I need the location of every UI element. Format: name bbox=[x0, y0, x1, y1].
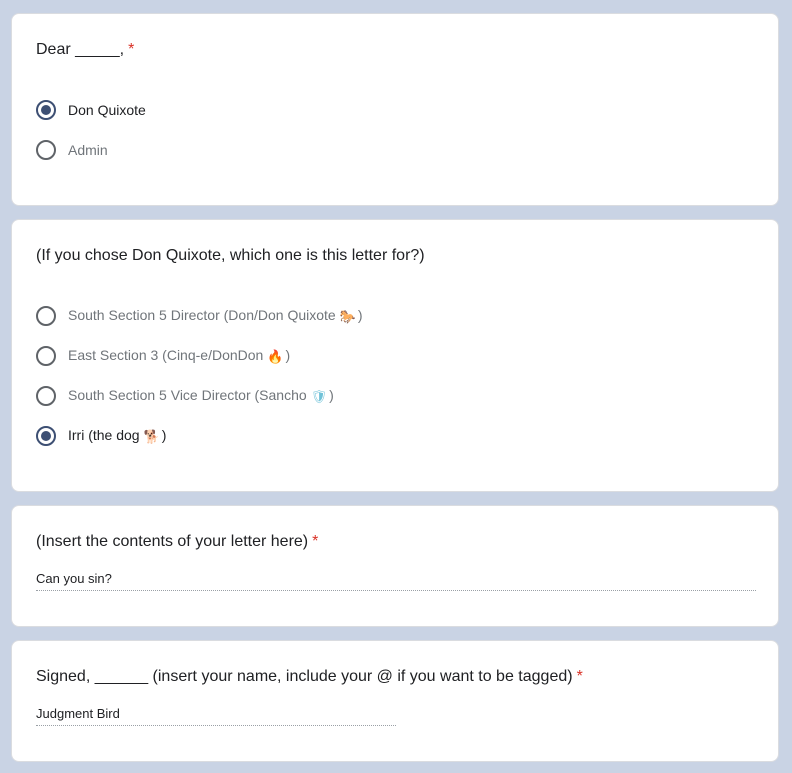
option-close-paren: ) bbox=[357, 307, 363, 323]
option-south-section-5-vice-director[interactable]: South Section 5 Vice Director (Sancho 🛡) bbox=[36, 384, 334, 408]
horse-icon: 🐎 bbox=[339, 309, 356, 324]
radio-checked-icon[interactable] bbox=[36, 426, 56, 446]
radio-unchecked-icon[interactable] bbox=[36, 306, 56, 326]
option-label: Irri (the dog 🐕) bbox=[68, 425, 166, 447]
option-label: Don Quixote bbox=[68, 102, 146, 118]
option-text: South Section 5 Director (Don/Don Quixot… bbox=[68, 307, 336, 323]
required-asterisk: * bbox=[576, 668, 583, 685]
signed-name-input[interactable]: Judgment Bird bbox=[36, 705, 120, 723]
radio-unchecked-icon[interactable] bbox=[36, 140, 56, 160]
option-close-paren: ) bbox=[161, 427, 167, 443]
required-asterisk: * bbox=[312, 533, 319, 550]
signed-name-underline bbox=[36, 725, 396, 726]
dog-icon: 🐕 bbox=[143, 429, 160, 444]
option-close-paren: ) bbox=[329, 387, 334, 403]
option-admin[interactable]: Admin bbox=[36, 138, 108, 162]
question-title-letter-contents: (Insert the contents of your letter here… bbox=[36, 530, 318, 554]
question-card-dear: Dear _____, * Don Quixote Admin bbox=[11, 13, 779, 206]
question-text: Signed, ______ (insert your name, includ… bbox=[36, 668, 573, 685]
option-text: South Section 5 Vice Director (Sancho bbox=[68, 387, 307, 403]
question-card-signed: Signed, ______ (insert your name, includ… bbox=[11, 640, 779, 762]
option-label: South Section 5 Vice Director (Sancho 🛡) bbox=[68, 385, 334, 407]
question-title-dear: Dear _____, * bbox=[36, 38, 134, 62]
radio-checked-icon[interactable] bbox=[36, 100, 56, 120]
option-irri[interactable]: Irri (the dog 🐕) bbox=[36, 424, 166, 448]
option-label: Admin bbox=[68, 142, 108, 158]
option-label: East Section 3 (Cinq-e/DonDon 🔥) bbox=[68, 345, 290, 367]
radio-unchecked-icon[interactable] bbox=[36, 386, 56, 406]
option-south-section-5-director[interactable]: South Section 5 Director (Don/Don Quixot… bbox=[36, 304, 363, 328]
question-card-letter-contents: (Insert the contents of your letter here… bbox=[11, 505, 779, 627]
question-text: (Insert the contents of your letter here… bbox=[36, 533, 309, 550]
required-asterisk: * bbox=[128, 41, 135, 58]
option-don-quixote[interactable]: Don Quixote bbox=[36, 98, 146, 122]
fire-icon: 🔥 bbox=[267, 349, 284, 364]
letter-contents-input[interactable]: Can you sin? bbox=[36, 570, 112, 588]
option-label: South Section 5 Director (Don/Don Quixot… bbox=[68, 305, 363, 327]
option-text: East Section 3 (Cinq-e/DonDon bbox=[68, 347, 264, 363]
question-card-which-one: (If you chose Don Quixote, which one is … bbox=[11, 219, 779, 492]
radio-unchecked-icon[interactable] bbox=[36, 346, 56, 366]
question-title-which-one: (If you chose Don Quixote, which one is … bbox=[36, 244, 425, 268]
question-title-signed: Signed, ______ (insert your name, includ… bbox=[36, 665, 583, 689]
question-text: Dear _____, bbox=[36, 41, 125, 58]
letter-contents-underline bbox=[36, 590, 756, 591]
question-text: (If you chose Don Quixote, which one is … bbox=[36, 247, 425, 264]
shield-icon: 🛡 bbox=[310, 389, 328, 404]
option-text: Irri (the dog bbox=[68, 427, 140, 443]
option-close-paren: ) bbox=[285, 347, 291, 363]
option-east-section-3[interactable]: East Section 3 (Cinq-e/DonDon 🔥) bbox=[36, 344, 290, 368]
